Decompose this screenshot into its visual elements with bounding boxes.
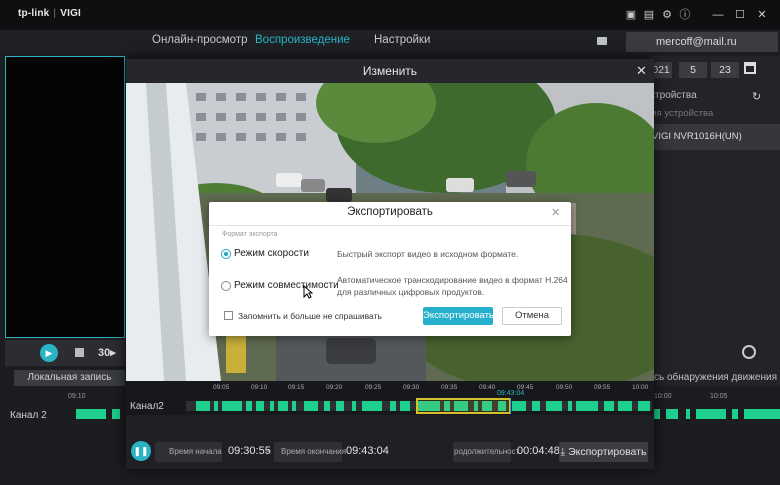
clip-timeline-tick: 10:00	[632, 384, 649, 391]
playhead-time: 09:43:04	[497, 390, 525, 397]
clip-channel-label: Канал2	[130, 401, 164, 412]
clip-timeline-tick: 09:05	[213, 384, 230, 391]
date-month[interactable]: 5	[679, 62, 707, 78]
timeline-tick: 10:00	[654, 393, 672, 400]
device-list-header: стройства	[650, 90, 697, 101]
gear-icon[interactable]: ⚙	[661, 9, 673, 21]
hide-icon[interactable]	[742, 345, 756, 359]
dialog-close-icon[interactable]: ✕	[551, 206, 560, 219]
clip-timeline-tick: 09:40	[479, 384, 496, 391]
minimize-icon[interactable]: —	[712, 9, 724, 21]
video-pane[interactable]	[5, 56, 125, 338]
remember-label[interactable]: Запомнить и больше не спрашивать	[238, 311, 382, 321]
end-time-value[interactable]: 09:43:04	[346, 445, 389, 457]
device-icon[interactable]: ▤	[643, 9, 655, 21]
dialog-export-button[interactable]: Экспортировать	[423, 307, 494, 325]
motion-detection-label: сь обнаружения движения	[654, 372, 777, 383]
app-logo: tp-link | VIGI	[18, 8, 82, 19]
clip-timeline-tick: 09:30	[403, 384, 420, 391]
date-day[interactable]: 23	[711, 62, 739, 78]
clip-timeline-tick: 09:55	[594, 384, 611, 391]
range-dash: -	[266, 445, 270, 457]
user-account[interactable]: mercoff@mail.ru	[626, 32, 778, 52]
folder-icon[interactable]	[597, 37, 607, 45]
pause-button[interactable]: ❚❚	[131, 441, 151, 461]
calendar-icon[interactable]	[744, 62, 756, 74]
start-time-value[interactable]: 09:30:55	[228, 445, 271, 457]
duration-value: 00:04:48	[517, 445, 560, 457]
tab-playback[interactable]: Воспроизведение	[255, 34, 350, 46]
start-time-label: Время начала	[169, 447, 222, 456]
end-time-label: Время окончания	[281, 447, 347, 456]
modal-close-icon[interactable]: ✕	[636, 63, 647, 79]
compat-mode-desc-line1: Автоматическое транскодирование видео в …	[337, 275, 568, 285]
mouse-cursor-icon	[303, 285, 313, 299]
clip-timeline-tick: 09:25	[365, 384, 382, 391]
tab-live[interactable]: Онлайн-просмотр	[152, 34, 248, 46]
channel-label: Канал 2	[10, 410, 47, 421]
duration-label: родолжительност	[454, 447, 520, 456]
compat-mode-desc-line2: для различных цифровых продуктов.	[337, 287, 485, 297]
device-item[interactable]: VIGI NVR1016H(UN)	[650, 124, 780, 150]
clip-timeline-tick: 09:20	[326, 384, 343, 391]
skip-30-button[interactable]: 30▸	[98, 346, 116, 359]
clip-timeline-tick: 09:15	[288, 384, 305, 391]
export-button[interactable]: ⤓ Экспортировать	[559, 442, 648, 462]
clip-timeline-tick: 09:50	[556, 384, 573, 391]
tab-settings[interactable]: Настройки	[374, 34, 430, 46]
info-icon[interactable]: ⓘ	[679, 9, 691, 21]
local-record-tab[interactable]: Локальная запись	[14, 370, 125, 386]
screenshot-icon[interactable]: ▣	[625, 9, 637, 21]
refresh-icon[interactable]: ↻	[752, 90, 761, 103]
play-button[interactable]: ▶	[40, 344, 58, 362]
device-search-input[interactable]: мя устройства	[650, 108, 713, 119]
dialog-cancel-button[interactable]: Отмена	[502, 307, 562, 325]
compat-mode-radio[interactable]	[221, 281, 231, 291]
clip-selection[interactable]	[416, 398, 511, 414]
timeline-tick: 09:10	[68, 393, 86, 400]
close-icon[interactable]: ✕	[756, 9, 768, 21]
device-panel	[650, 56, 780, 386]
speed-mode-radio[interactable]	[221, 249, 231, 259]
dialog-divider	[209, 225, 571, 226]
remember-checkbox[interactable]	[224, 311, 233, 320]
playhead[interactable]	[510, 398, 511, 414]
stop-button[interactable]	[75, 348, 84, 357]
clip-timeline-tick: 09:35	[441, 384, 458, 391]
modal-title: Изменить	[126, 59, 654, 83]
compat-mode-label[interactable]: Режим совместимости	[234, 280, 339, 291]
maximize-icon[interactable]: ☐	[734, 9, 746, 21]
timeline-tick: 10:05	[710, 393, 728, 400]
speed-mode-label[interactable]: Режим скорости	[234, 248, 309, 259]
dialog-title: Экспортировать	[347, 206, 433, 218]
clip-timeline-tick: 09:10	[251, 384, 268, 391]
speed-mode-desc: Быстрый экспорт видео в исходном формате…	[337, 249, 519, 259]
format-label: Формат экспорта	[222, 231, 278, 238]
